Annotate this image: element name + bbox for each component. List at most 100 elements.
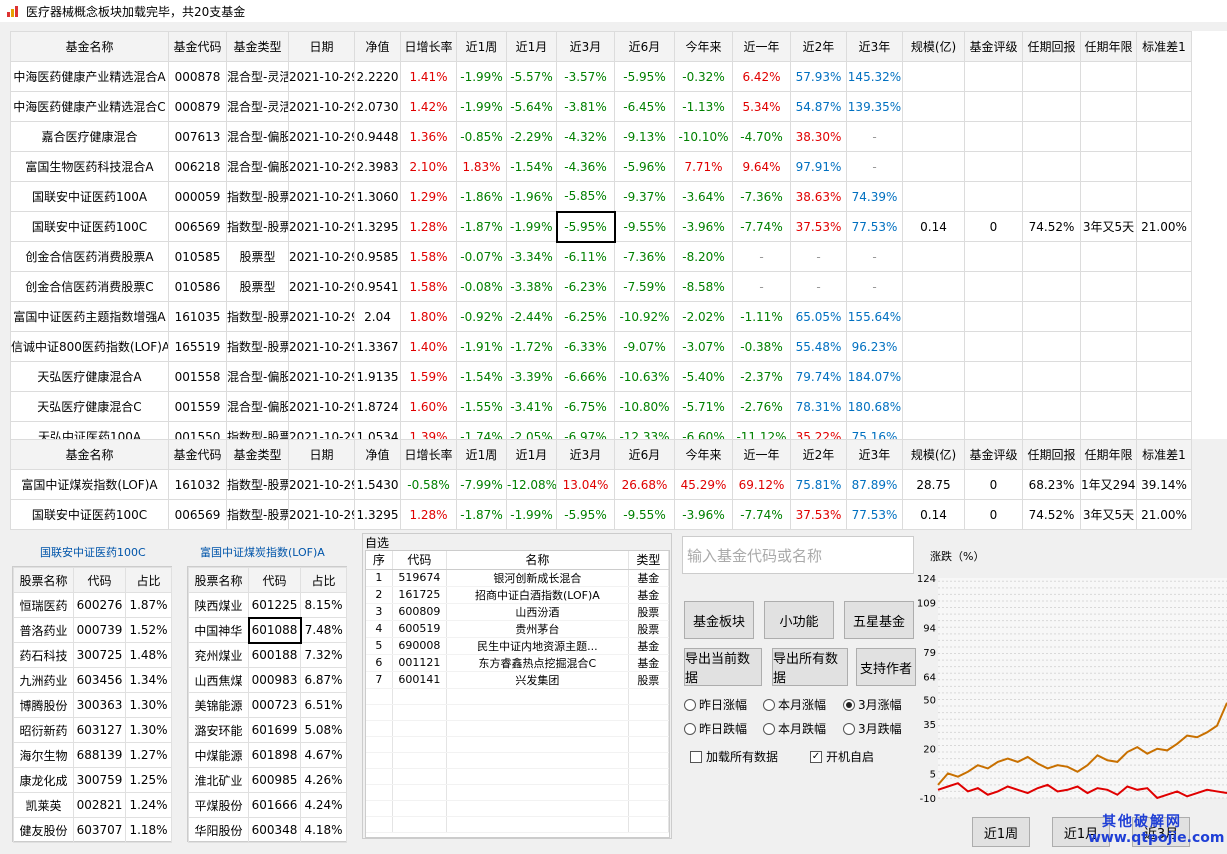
holdings-right-panel[interactable]: 股票名称 代码 占比 陕西煤业 601225 8.15% 中国神华 601088 7.48% 兖州… bbox=[187, 566, 347, 843]
table-cell[interactable]: 混合型-偏股 bbox=[226, 391, 289, 422]
holdings-cell[interactable]: 000739 bbox=[73, 617, 126, 643]
table-cell[interactable]: 0.14 bbox=[902, 499, 965, 530]
table-cell[interactable]: 1.59% bbox=[400, 361, 457, 392]
table-cell[interactable]: -7.36% bbox=[732, 181, 791, 212]
table-cell[interactable] bbox=[964, 421, 1023, 439]
table-cell[interactable] bbox=[1136, 61, 1192, 92]
table-cell[interactable]: -3.38% bbox=[506, 271, 557, 302]
holdings-cell[interactable]: 潞安环能 bbox=[188, 717, 249, 743]
table-cell[interactable] bbox=[902, 241, 965, 272]
table-cell[interactable]: -10.80% bbox=[614, 391, 675, 422]
holdings-row[interactable]: 普洛药业 000739 1.52% bbox=[13, 617, 172, 643]
table-cell[interactable] bbox=[1136, 271, 1192, 302]
column-header[interactable]: 近一年 bbox=[732, 31, 791, 62]
holdings-cell[interactable]: 康龙化成 bbox=[13, 767, 74, 793]
table-cell[interactable] bbox=[902, 61, 965, 92]
load-all-checkbox[interactable]: 加载所有数据 bbox=[690, 748, 778, 765]
holdings-cell[interactable]: 4.26% bbox=[300, 767, 347, 793]
table-cell[interactable]: 3年又5天 bbox=[1080, 499, 1137, 530]
holdings-header[interactable]: 股票名称 bbox=[188, 567, 249, 593]
holdings-cell[interactable]: 8.15% bbox=[300, 592, 347, 618]
radio-month-down[interactable]: 本月跌幅 bbox=[763, 720, 826, 737]
holdings-cell[interactable]: 688139 bbox=[73, 742, 126, 768]
table-row[interactable]: 天弘医疗健康混合A 001558 混合型-偏股 2021-10-29 1.9135 1.5… bbox=[10, 361, 1192, 392]
column-header[interactable]: 规模(亿) bbox=[902, 439, 965, 470]
watchlist-cell[interactable] bbox=[366, 688, 393, 705]
table-cell[interactable]: - bbox=[732, 241, 791, 272]
watchlist-cell[interactable] bbox=[366, 704, 393, 721]
watchlist-cell[interactable]: 银河创新成长混合 bbox=[446, 569, 629, 587]
watchlist-cell[interactable] bbox=[628, 752, 669, 769]
radio-month-up[interactable]: 本月涨幅 bbox=[763, 696, 826, 713]
table-row[interactable]: 信诚中证800医药指数(LOF)A 165519 指数型-股票 2021-10-29 1… bbox=[10, 331, 1192, 362]
table-cell[interactable]: -10.10% bbox=[674, 121, 733, 152]
holdings-cell[interactable]: 603456 bbox=[73, 667, 126, 693]
table-cell[interactable]: 001550 bbox=[168, 421, 227, 439]
table-cell[interactable]: 1.58% bbox=[400, 271, 457, 302]
table-cell[interactable]: 2021-10-29 bbox=[288, 91, 355, 122]
table-cell[interactable] bbox=[1080, 241, 1137, 272]
table-cell[interactable] bbox=[1080, 61, 1137, 92]
table-cell[interactable]: 57.93% bbox=[790, 61, 847, 92]
watchlist-cell[interactable]: 600141 bbox=[392, 671, 448, 689]
table-cell[interactable]: -3.57% bbox=[556, 61, 615, 92]
table-cell[interactable]: -1.74% bbox=[456, 421, 507, 439]
table-cell[interactable]: 37.53% bbox=[790, 499, 847, 530]
holdings-row[interactable]: 康龙化成 300759 1.25% bbox=[13, 767, 172, 793]
watchlist-cell[interactable] bbox=[366, 768, 393, 785]
table-cell[interactable]: 28.75 bbox=[902, 469, 965, 500]
watchlist-cell[interactable] bbox=[392, 688, 448, 705]
table-cell[interactable]: 77.53% bbox=[846, 211, 903, 242]
watchlist-cell[interactable]: 6 bbox=[366, 654, 393, 672]
table-cell[interactable] bbox=[1136, 241, 1192, 272]
watchlist-row[interactable] bbox=[366, 768, 669, 785]
column-header[interactable]: 净值 bbox=[354, 439, 401, 470]
table-cell[interactable] bbox=[1136, 91, 1192, 122]
table-cell[interactable]: 7.71% bbox=[674, 151, 733, 182]
table-cell[interactable]: -1.91% bbox=[456, 331, 507, 362]
table-cell[interactable]: 006218 bbox=[168, 151, 227, 182]
column-header[interactable]: 基金评级 bbox=[964, 31, 1023, 62]
holdings-cell[interactable]: 中煤能源 bbox=[188, 742, 249, 768]
column-header[interactable]: 基金名称 bbox=[10, 439, 169, 470]
holdings-row[interactable]: 兖州煤业 600188 7.32% bbox=[188, 642, 347, 668]
table-cell[interactable]: 0 bbox=[964, 469, 1023, 500]
table-cell[interactable]: 指数型-股票 bbox=[226, 211, 289, 242]
table-cell[interactable]: 1.83% bbox=[456, 151, 507, 182]
holdings-row[interactable]: 健友股份 603707 1.18% bbox=[13, 817, 172, 843]
table-row[interactable]: 富国中证医药主题指数增强A 161035 指数型-股票 2021-10-29 2.04 1… bbox=[10, 301, 1192, 332]
table-cell[interactable]: 指数型-股票 bbox=[226, 181, 289, 212]
table-cell[interactable]: 1.9135 bbox=[354, 361, 401, 392]
table-cell[interactable]: 87.89% bbox=[846, 469, 903, 500]
table-cell[interactable]: 0 bbox=[964, 499, 1023, 530]
table-cell[interactable]: -3.41% bbox=[506, 391, 557, 422]
column-header[interactable]: 近1月 bbox=[506, 31, 557, 62]
table-cell[interactable]: 5.34% bbox=[732, 91, 791, 122]
watchlist-cell[interactable] bbox=[392, 784, 448, 801]
table-cell[interactable] bbox=[1136, 361, 1192, 392]
watchlist-cell[interactable] bbox=[446, 736, 629, 753]
table-cell[interactable] bbox=[1080, 331, 1137, 362]
table-cell[interactable]: -10.92% bbox=[614, 301, 675, 332]
table-cell[interactable]: 1.39% bbox=[400, 421, 457, 439]
watchlist-row[interactable] bbox=[366, 736, 669, 753]
table-cell[interactable]: 1.3060 bbox=[354, 181, 401, 212]
table-cell[interactable]: 21.00% bbox=[1136, 499, 1192, 530]
holdings-row[interactable]: 中煤能源 601898 4.67% bbox=[188, 742, 347, 768]
table-cell[interactable]: 161032 bbox=[168, 469, 227, 500]
holdings-cell[interactable]: 601225 bbox=[248, 592, 301, 618]
holdings-row[interactable]: 药石科技 300725 1.48% bbox=[13, 642, 172, 668]
table-cell[interactable]: 中海医药健康产业精选混合C bbox=[10, 91, 169, 122]
holdings-cell[interactable]: 海尔生物 bbox=[13, 742, 74, 768]
table-cell[interactable] bbox=[964, 151, 1023, 182]
table-cell[interactable]: 1.40% bbox=[400, 331, 457, 362]
column-header[interactable]: 任期回报 bbox=[1022, 31, 1081, 62]
holdings-cell[interactable]: 7.32% bbox=[300, 642, 347, 668]
table-cell[interactable]: 混合型-灵活 bbox=[226, 91, 289, 122]
five-star-button[interactable]: 五星基金 bbox=[844, 601, 914, 639]
watchlist-cell[interactable] bbox=[628, 768, 669, 785]
column-header[interactable]: 近2年 bbox=[790, 31, 847, 62]
holdings-cell[interactable]: 药石科技 bbox=[13, 642, 74, 668]
holdings-cell[interactable]: 600188 bbox=[248, 642, 301, 668]
table-cell[interactable] bbox=[964, 91, 1023, 122]
